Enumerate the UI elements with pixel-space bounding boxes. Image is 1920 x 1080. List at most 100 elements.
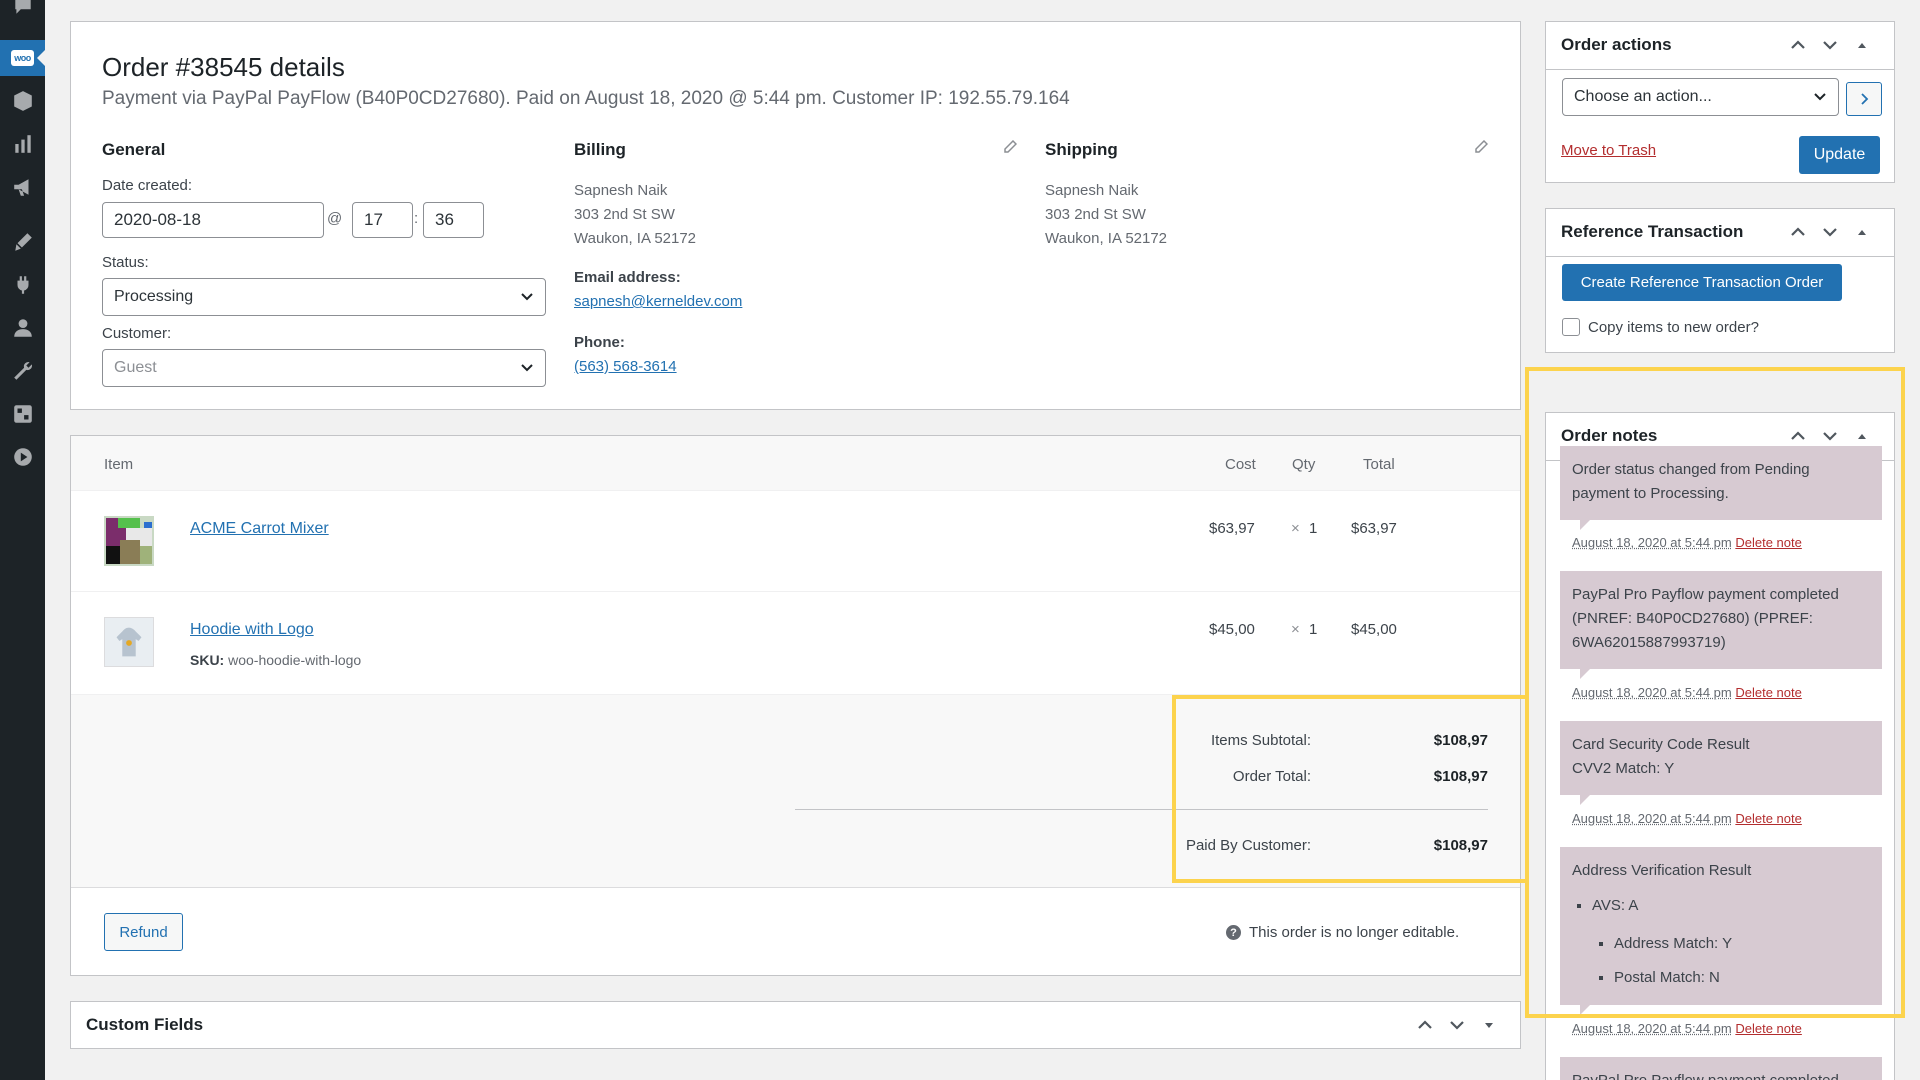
delete-note-link[interactable]: Delete note (1735, 535, 1802, 550)
item-name-link[interactable]: Hoodie with Logo (190, 621, 314, 639)
shipping-heading: Shipping (1045, 140, 1118, 160)
box-controls (1789, 223, 1871, 241)
analytics-icon[interactable] (0, 126, 45, 162)
not-editable-text: This order is no longer editable. (1249, 924, 1459, 941)
settings-icon[interactable] (0, 396, 45, 432)
custom-fields-title: Custom Fields (86, 1015, 203, 1035)
column-header-total: Total (1363, 456, 1395, 473)
refund-button[interactable]: Refund (104, 913, 183, 951)
status-label: Status: (102, 254, 149, 271)
note-date: August 18, 2020 at 5:44 pm (1572, 685, 1732, 700)
table-row: ACME Carrot Mixer $63,97 × 1 $63,97 (71, 491, 1520, 592)
billing-street: 303 2nd St SW (574, 206, 675, 223)
comments-icon[interactable] (0, 0, 45, 24)
sku-label: SKU: (190, 652, 224, 668)
note-bubble: Address Verification Result AVS: A Addre… (1560, 847, 1882, 1005)
order-action-placeholder: Choose an action... (1574, 88, 1712, 106)
media-play-icon[interactable] (0, 439, 45, 475)
date-created-input[interactable]: 2020-08-18 (102, 202, 324, 238)
move-down-icon[interactable] (1821, 427, 1839, 445)
order-total-value: $108,97 (1368, 768, 1488, 785)
toggle-panel-icon[interactable] (1853, 223, 1871, 241)
product-thumbnail[interactable] (104, 516, 154, 566)
not-editable-notice: ? This order is no longer editable. (1226, 924, 1459, 941)
list-item: AVS: A Address Match: Y Postal Match: N (1592, 889, 1870, 995)
edit-billing-pencil-icon[interactable] (1003, 140, 1017, 154)
shipping-city: Waukon, IA 52172 (1045, 230, 1167, 247)
column-header-item: Item (104, 456, 133, 473)
header-divider (1546, 256, 1894, 257)
delete-note-link[interactable]: Delete note (1735, 811, 1802, 826)
marketing-icon[interactable] (0, 169, 45, 205)
admin-sidebar: woo (0, 0, 45, 1080)
product-thumbnail[interactable] (104, 617, 154, 667)
woocommerce-icon[interactable]: woo (0, 40, 45, 76)
column-header-qty: Qty (1292, 456, 1315, 473)
notes-highlight-right (1901, 695, 1905, 881)
move-up-icon[interactable] (1789, 36, 1807, 54)
page-title: Order #38545 details (102, 52, 345, 83)
delete-note-link[interactable]: Delete note (1735, 685, 1802, 700)
move-up-icon[interactable] (1416, 1016, 1434, 1034)
at-symbol: @ (327, 210, 342, 227)
toggle-panel-icon[interactable] (1480, 1016, 1498, 1034)
billing-name: Sapnesh Naik (574, 182, 667, 199)
note-meta: August 18, 2020 at 5:44 pm Delete note (1572, 811, 1802, 826)
item-name-link[interactable]: ACME Carrot Mixer (190, 520, 329, 538)
toggle-panel-icon[interactable] (1853, 36, 1871, 54)
plugins-icon[interactable] (0, 267, 45, 303)
order-data-panel: Order #38545 details Payment via PayPal … (70, 21, 1521, 410)
products-icon[interactable] (0, 83, 45, 119)
move-down-icon[interactable] (1448, 1016, 1466, 1034)
item-total: $45,00 (1351, 621, 1397, 638)
qty-times: × (1291, 520, 1300, 537)
note-date: August 18, 2020 at 5:44 pm (1572, 1021, 1732, 1036)
avs-sublist: Address Match: Y Postal Match: N (1592, 927, 1870, 995)
customer-select[interactable]: Guest (102, 349, 546, 387)
copy-items-label: Copy items to new order? (1588, 319, 1759, 336)
note-bubble: Order status changed from Pending paymen… (1560, 446, 1882, 520)
minute-input[interactable]: 36 (423, 202, 484, 238)
copy-items-option: Copy items to new order? (1562, 318, 1759, 336)
avs-value: AVS: A (1592, 897, 1638, 914)
reference-transaction-panel: Reference Transaction Create Reference T… (1545, 208, 1895, 353)
header-divider (1546, 69, 1894, 70)
note-bubble: PayPal Pro Payflow payment completed (1560, 1057, 1882, 1080)
move-down-icon[interactable] (1821, 36, 1839, 54)
edit-shipping-pencil-icon[interactable] (1474, 140, 1488, 154)
appearance-icon[interactable] (0, 224, 45, 260)
table-row: Hoodie with Logo SKU: woo-hoodie-with-lo… (71, 592, 1520, 695)
order-actions-panel: Order actions Choose an action... Move t… (1545, 21, 1895, 183)
create-reference-order-button[interactable]: Create Reference Transaction Order (1562, 264, 1842, 301)
delete-note-link[interactable]: Delete note (1735, 1021, 1802, 1036)
notes-highlight-left (1525, 695, 1529, 881)
qty-times: × (1291, 621, 1300, 638)
note-meta: August 18, 2020 at 5:44 pm Delete note (1572, 535, 1802, 550)
move-down-icon[interactable] (1821, 223, 1839, 241)
active-menu-arrow (37, 50, 45, 66)
customer-label: Customer: (102, 325, 171, 342)
toggle-panel-icon[interactable] (1853, 427, 1871, 445)
chevron-right-icon (1857, 92, 1871, 106)
note-meta: August 18, 2020 at 5:44 pm Delete note (1572, 1021, 1802, 1036)
billing-email-link[interactable]: sapnesh@kerneldev.com (574, 293, 742, 310)
list-item: Address Match: Y (1614, 927, 1870, 961)
move-up-icon[interactable] (1789, 427, 1807, 445)
item-cost: $45,00 (1209, 621, 1255, 638)
move-to-trash-link[interactable]: Move to Trash (1561, 142, 1656, 159)
hour-input[interactable]: 17 (352, 202, 413, 238)
items-subtotal-value: $108,97 (1368, 732, 1488, 749)
update-button[interactable]: Update (1799, 136, 1880, 174)
move-up-icon[interactable] (1789, 223, 1807, 241)
order-total-label: Order Total: (1111, 768, 1311, 785)
tools-icon[interactable] (0, 353, 45, 389)
users-icon[interactable] (0, 310, 45, 346)
billing-phone-link[interactable]: (563) 568-3614 (574, 358, 677, 375)
copy-items-checkbox[interactable] (1562, 318, 1580, 336)
order-action-select[interactable]: Choose an action... (1562, 78, 1839, 116)
note-text: Address Verification Result (1572, 862, 1751, 879)
note-bubble: Card Security Code Result CVV2 Match: Y (1560, 721, 1882, 795)
apply-action-button[interactable] (1846, 82, 1882, 116)
status-select[interactable]: Processing (102, 278, 546, 316)
note-text: Card Security Code Result (1572, 733, 1870, 757)
